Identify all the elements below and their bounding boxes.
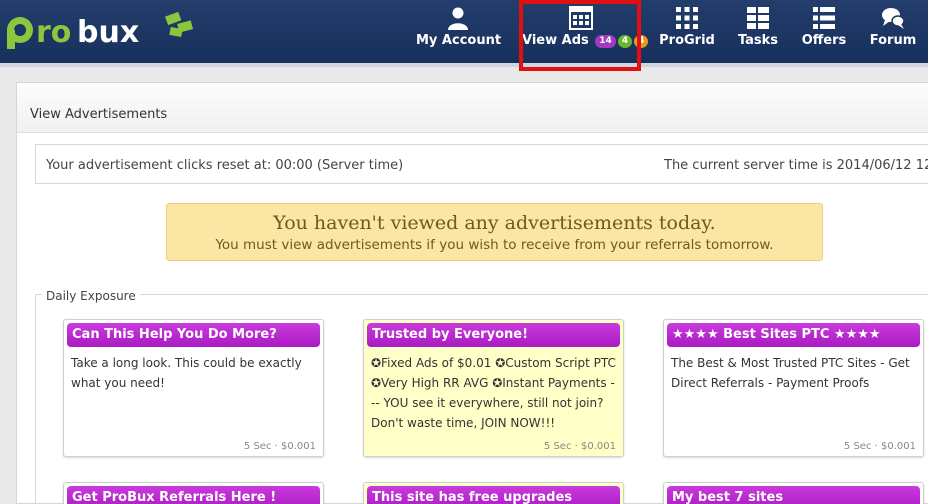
highlight-box [519,0,641,71]
reset-time-text: Your advertisement clicks reset at: 00:0… [46,158,404,173]
svg-text:bux: bux [77,15,139,50]
ad-description: ✪Fixed Ads of $0.01 ✪Custom Script PTC ✪… [371,356,616,430]
nav-offers-label: Offers [801,33,847,48]
ad-card[interactable]: Can This Help You Do More? Take a long l… [63,319,324,457]
ad-description: Take a long look. This could be exactly … [71,356,302,390]
probux-logo[interactable]: ro bux [2,6,202,50]
view-ads-panel: View Advertisements Your advertisement c… [16,82,928,504]
ad-title[interactable]: ★★★★ Best Sites PTC ★★★★ [667,323,920,347]
nav-tasks-label: Tasks [737,33,779,48]
nav-forum-label: Forum [869,33,917,48]
ad-card[interactable]: Trusted by Everyone! ✪Fixed Ads of $0.01… [363,319,624,457]
ad-card[interactable]: ★★★★ Best Sites PTC ★★★★ The Best & Most… [663,319,924,457]
page-title: View Advertisements [30,107,168,122]
server-time-text: The current server time is 2014/06/12 12… [664,158,928,173]
header-divider [0,63,928,67]
no-ads-notice: You haven't viewed any advertisements to… [166,203,823,261]
notice-heading: You haven't viewed any advertisements to… [273,212,716,234]
ad-card[interactable]: Get ProBux Referrals Here ! [63,482,324,504]
svg-text:ro: ro [36,15,71,50]
nav-offers[interactable]: Offers [796,0,852,63]
ad-meta: 5 Sec · $0.001 [243,441,316,452]
nav-progrid-label: ProGrid [659,33,715,48]
ad-meta: 5 Sec · $0.001 [543,441,616,452]
ad-meta: 5 Sec · $0.001 [843,441,916,452]
reset-info-bar: Your advertisement clicks reset at: 00:0… [35,144,928,184]
dots-grid-icon [676,7,698,29]
ad-description: The Best & Most Trusted PTC Sites - Get … [671,356,910,390]
panel-header: View Advertisements [17,83,928,133]
notice-subtext: You must view advertisements if you wish… [215,237,774,253]
list-icon [813,7,835,29]
nav-my-account[interactable]: My Account [416,0,502,63]
ad-title[interactable]: Get ProBux Referrals Here ! [67,486,320,504]
nav-my-account-label: My Account [416,33,502,48]
list-grid-icon [747,7,769,29]
ad-title[interactable]: My best 7 sites [667,486,920,504]
ad-title[interactable]: Trusted by Everyone! [367,323,620,347]
nav-tasks[interactable]: Tasks [730,0,786,63]
section-label: Daily Exposure [42,289,140,303]
user-icon [448,7,468,30]
top-header: ro bux My Account View Ads 14 4 4 ProGri… [0,0,928,63]
ad-title[interactable]: Can This Help You Do More? [67,323,320,347]
ad-title[interactable]: This site has free upgrades [367,486,620,504]
nav-forum[interactable]: Forum [864,0,922,63]
ad-card[interactable]: This site has free upgrades [363,482,624,504]
ad-card[interactable]: My best 7 sites [663,482,924,504]
chat-bubbles-icon [882,8,905,29]
nav-progrid[interactable]: ProGrid [654,0,720,63]
